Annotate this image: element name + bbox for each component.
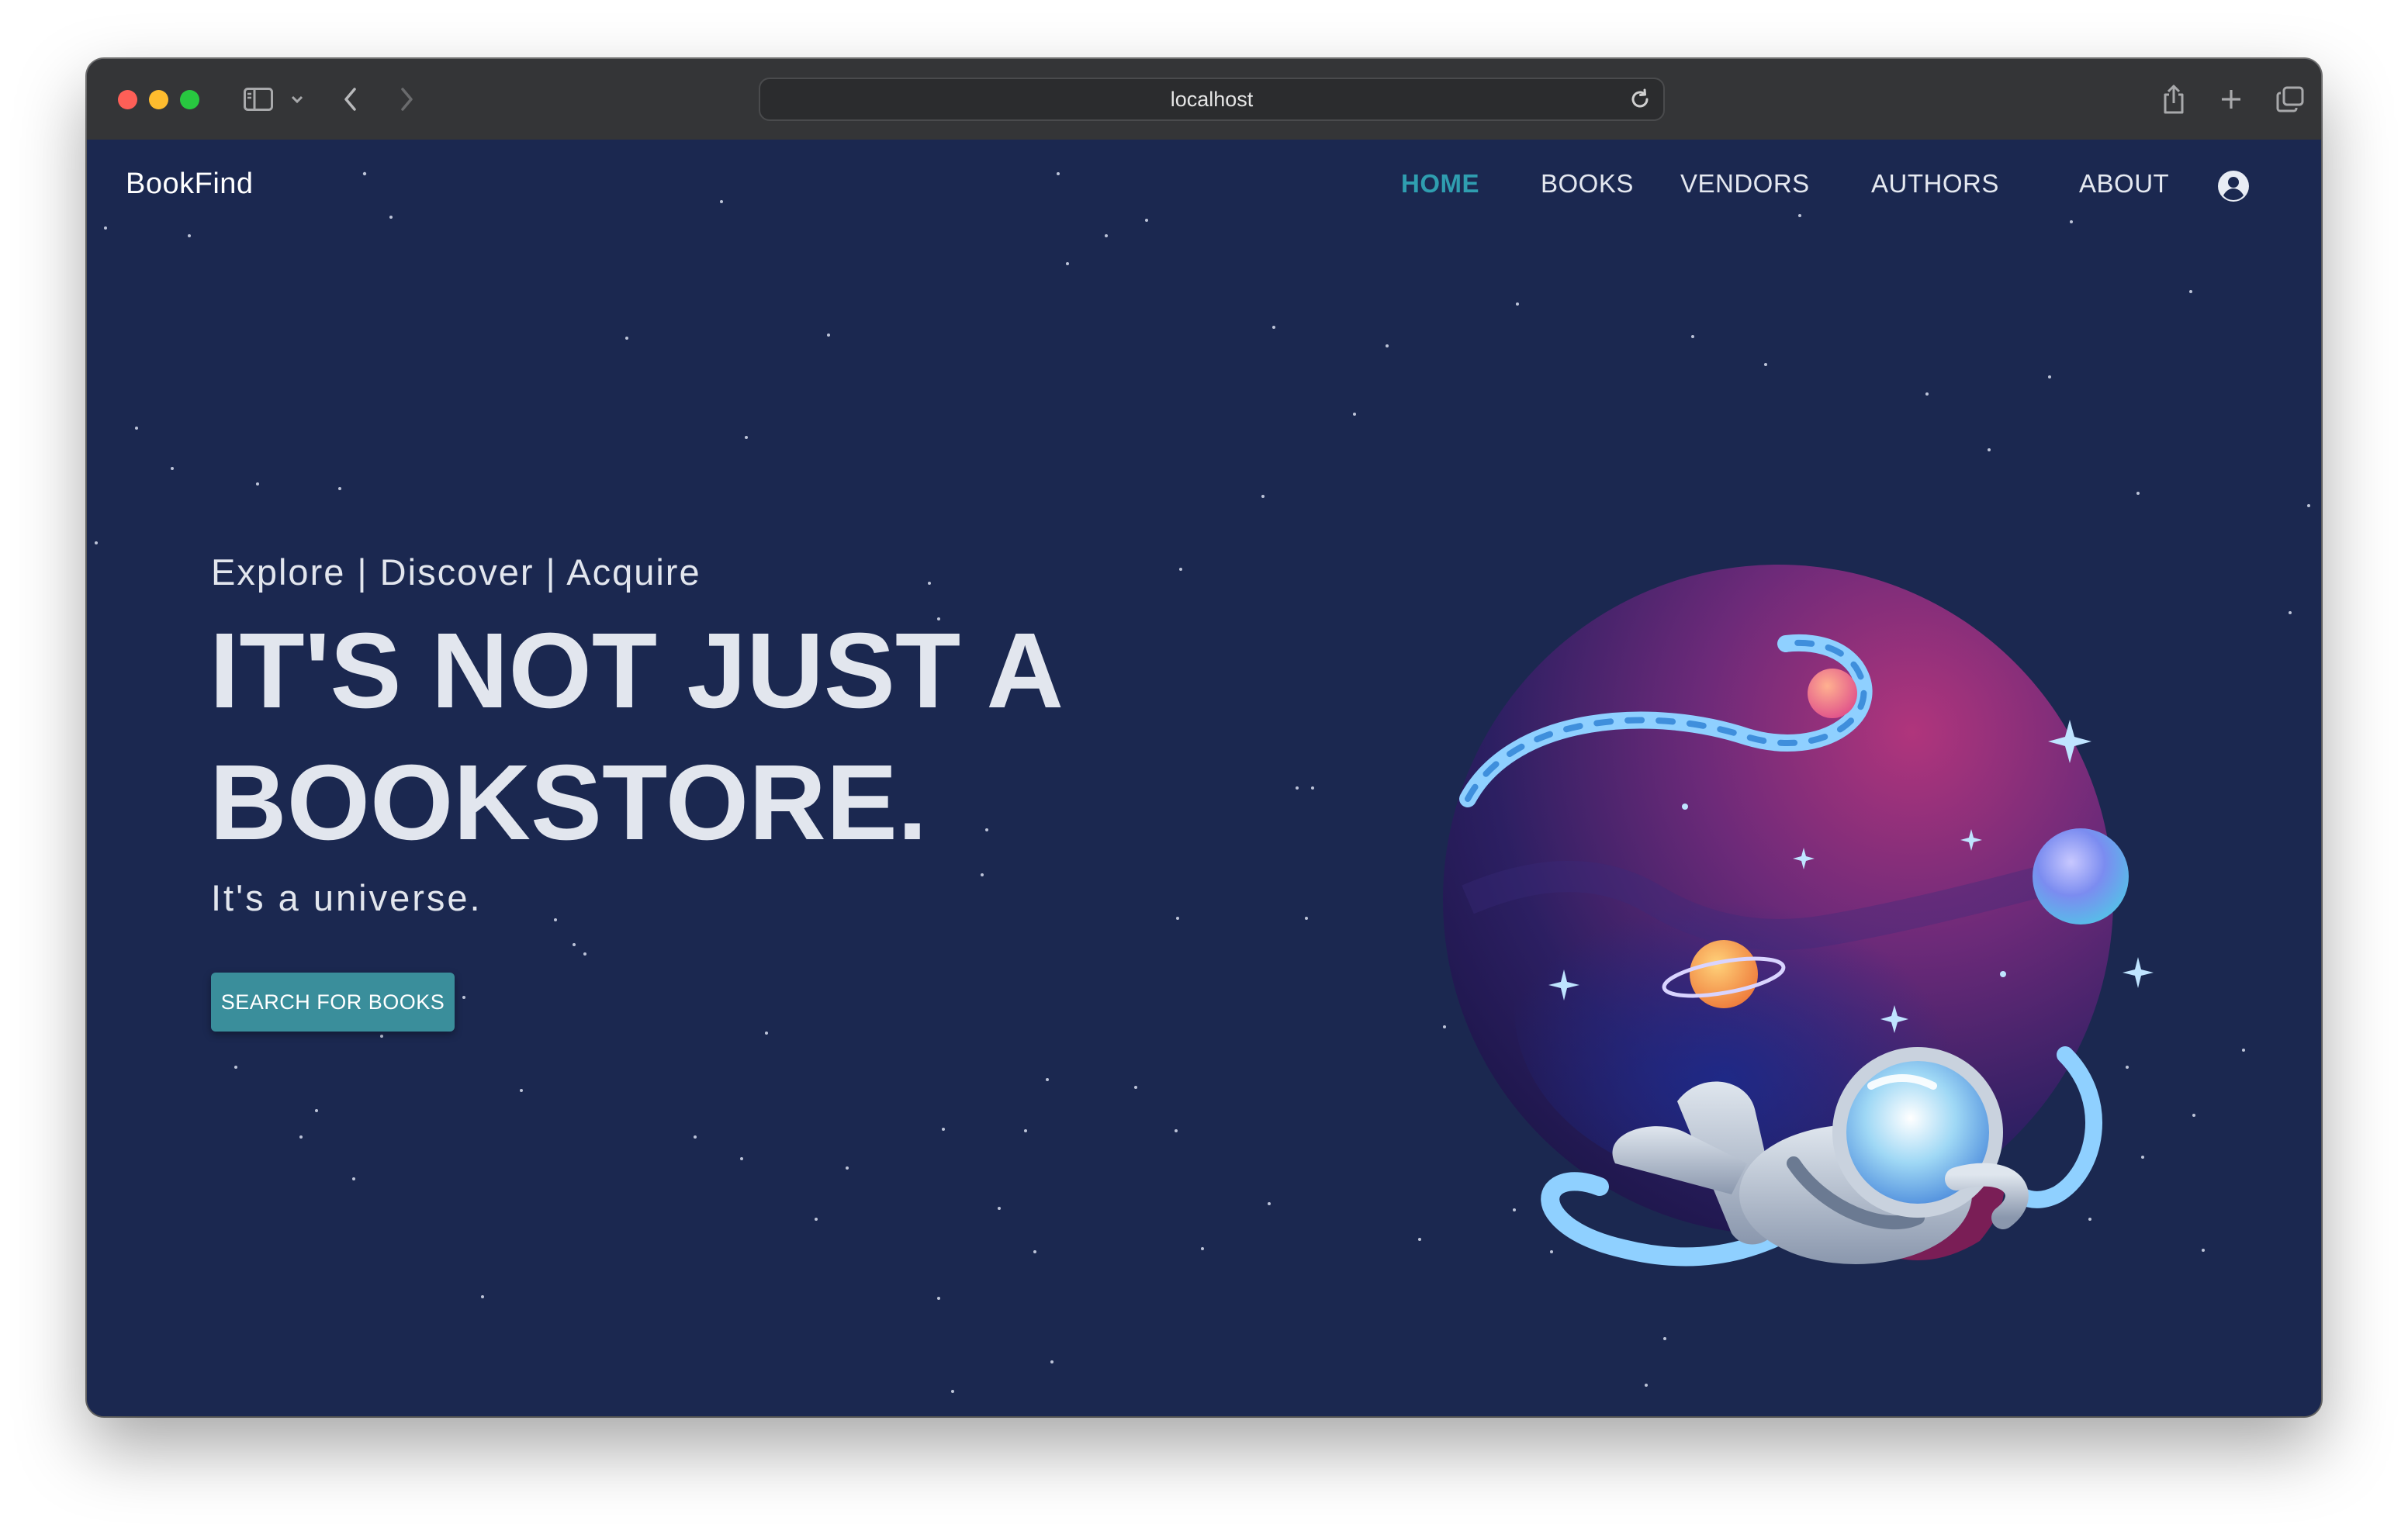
browser-toolbar: localhost	[87, 59, 2321, 141]
brand-logo[interactable]: BookFind	[126, 168, 254, 201]
nav-link-about[interactable]: ABOUT	[2079, 169, 2169, 199]
account-circle-icon[interactable]	[2216, 169, 2251, 207]
share-icon[interactable]	[2158, 78, 2189, 121]
nav-link-books[interactable]: BOOKS	[1541, 169, 1634, 199]
forward-arrow-icon[interactable]	[391, 78, 422, 121]
address-bar-url[interactable]: localhost	[760, 79, 1663, 119]
astronaut-illustration	[1443, 565, 2154, 1267]
hero-headline: IT'S NOT JUST A BOOKSTORE.	[209, 605, 1064, 869]
nav-link-home[interactable]: HOME	[1401, 169, 1479, 199]
back-arrow-icon[interactable]	[335, 78, 366, 121]
browser-window: localhost BookFind HOME BOOKS VENDORS AU…	[87, 59, 2321, 1416]
hero-subline: It's a universe.	[211, 877, 483, 918]
zoom-window-button[interactable]	[180, 90, 199, 109]
plus-icon[interactable]	[2216, 78, 2247, 121]
hero-headline-line1: IT'S NOT JUST A	[209, 611, 1064, 731]
nav-link-authors[interactable]: AUTHORS	[1871, 169, 1999, 199]
address-bar[interactable]: localhost	[759, 78, 1665, 121]
tabs-overview-icon[interactable]	[2273, 78, 2307, 121]
reload-icon[interactable]	[1628, 87, 1652, 116]
minimize-window-button[interactable]	[149, 90, 168, 109]
page-content: BookFind HOME BOOKS VENDORS AUTHORS ABOU…	[87, 140, 2321, 1416]
sidebar-icon[interactable]	[239, 78, 278, 121]
chevron-down-icon[interactable]	[285, 78, 309, 121]
close-window-button[interactable]	[118, 90, 137, 109]
hero-headline-line2: BOOKSTORE.	[209, 743, 928, 862]
search-for-books-button[interactable]: SEARCH FOR BOOKS	[211, 973, 455, 1032]
hero-tagline: Explore | Discover | Acquire	[211, 551, 701, 593]
nav-link-vendors[interactable]: VENDORS	[1680, 169, 1810, 199]
